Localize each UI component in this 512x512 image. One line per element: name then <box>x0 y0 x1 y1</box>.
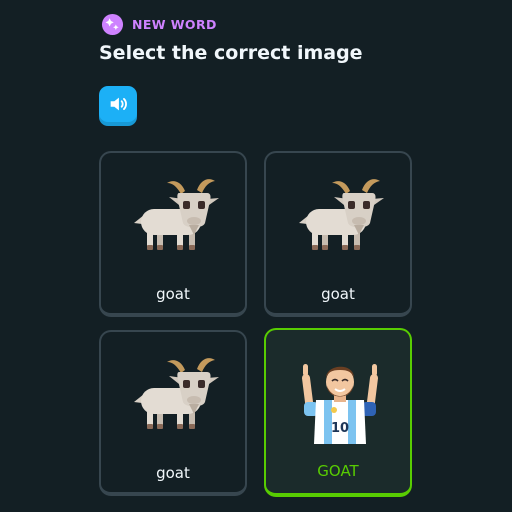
choice-label: goat <box>156 285 190 303</box>
choice-card-2[interactable]: goat <box>264 151 412 317</box>
new-word-badge: NEW WORD <box>101 13 217 36</box>
play-audio-button[interactable] <box>99 86 137 122</box>
goat-illustration <box>292 171 388 267</box>
footballer-illustration: 10 <box>292 348 388 444</box>
goat-illustration <box>127 171 223 267</box>
svg-text:10: 10 <box>331 421 349 436</box>
sparkle-badge-icon <box>101 13 124 36</box>
speaker-icon <box>110 97 127 111</box>
goat-illustration <box>127 350 223 446</box>
choice-card-1[interactable]: goat <box>99 151 247 317</box>
choice-label: goat <box>321 285 355 303</box>
choice-card-3[interactable]: goat <box>99 330 247 496</box>
choice-label: goat <box>156 464 190 482</box>
choice-card-4-selected[interactable]: 10 GOAT <box>264 328 412 497</box>
page-title: Select the correct image <box>99 42 363 64</box>
choice-label: GOAT <box>317 462 359 480</box>
new-word-label: NEW WORD <box>132 17 217 32</box>
